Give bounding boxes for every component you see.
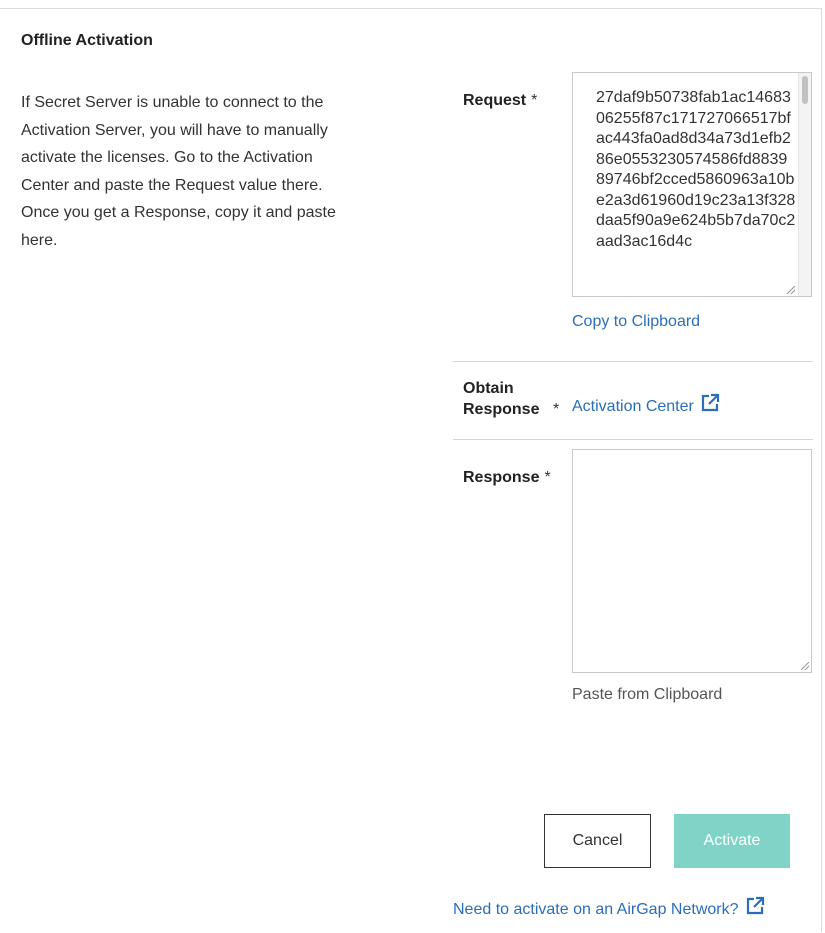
required-mark: * (553, 401, 560, 418)
paste-from-clipboard-hint[interactable]: Paste from Clipboard (572, 686, 722, 704)
external-link-icon (745, 896, 765, 921)
obtain-response-label: Obtain Response (463, 380, 540, 418)
divider (453, 439, 813, 440)
dialog-title: Offline Activation (21, 32, 153, 49)
required-mark: * (531, 92, 538, 109)
activation-center-label: Activation Center (572, 398, 694, 415)
request-label: Request (463, 92, 527, 109)
request-value: 27daf9b50738fab1ac1468306255f87c17172706… (596, 89, 796, 250)
activate-button[interactable]: Activate (674, 814, 790, 868)
obtain-response-label-row: Obtain Response * (463, 378, 563, 420)
airgap-link-label: Need to activate on an AirGap Network? (453, 901, 739, 918)
response-textarea[interactable] (572, 449, 812, 673)
activation-center-link[interactable]: Activation Center (572, 393, 720, 418)
request-scrollbar[interactable] (798, 73, 811, 296)
divider (453, 361, 813, 362)
resize-grip-icon[interactable] (801, 662, 809, 670)
required-mark: * (544, 469, 551, 486)
response-label: Response (463, 469, 540, 486)
request-label-row: Request * (463, 90, 537, 111)
scroll-thumb[interactable] (802, 76, 808, 104)
copy-to-clipboard-link[interactable]: Copy to Clipboard (572, 313, 700, 331)
response-label-row: Response * (463, 467, 551, 488)
cancel-button[interactable]: Cancel (544, 814, 651, 868)
resize-grip-icon[interactable] (787, 286, 795, 294)
airgap-network-link[interactable]: Need to activate on an AirGap Network? (453, 896, 765, 921)
external-link-icon (700, 393, 720, 418)
dialog-description: If Secret Server is unable to connect to… (21, 94, 336, 249)
request-textarea[interactable]: 27daf9b50738fab1ac1468306255f87c17172706… (572, 72, 812, 297)
